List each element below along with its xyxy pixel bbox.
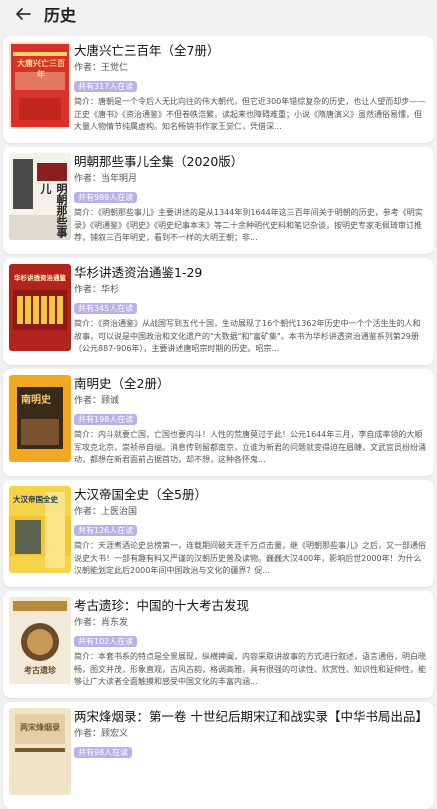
- book-card[interactable]: 大汉帝国全史 大汉帝国全史（全5册） 作者：上医治国 共有126人在读 简介：天…: [3, 480, 434, 587]
- book-card[interactable]: 明朝那些事儿 明朝那些事儿全集（2020版） 作者：当年明月 共有989人在读 …: [3, 147, 434, 254]
- page-title: 历史: [44, 6, 77, 25]
- book-title: 两宋烽烟录：第一卷 十世纪后期宋辽和战实录【中华书局出品】: [74, 709, 428, 724]
- reader-count-badge: 共有198人在读: [74, 414, 138, 425]
- book-description: 简介：唐朝是一个令后人无比向往的伟大朝代，但它近300年错综复杂的历史，也让人望…: [74, 97, 426, 131]
- reader-count-badge: 共有102人在读: [74, 636, 138, 647]
- book-title: 华杉讲透资治通鉴1-29: [74, 265, 203, 280]
- reader-count-badge: 共有345人在读: [74, 303, 138, 314]
- book-title: 大唐兴亡三百年（全7册）: [74, 43, 220, 58]
- book-author: 作者：王觉仁: [74, 63, 129, 73]
- reader-count-badge: 共有317人在读: [74, 81, 138, 92]
- book-cover[interactable]: 华杉讲透资治通鉴: [9, 264, 71, 351]
- book-cover[interactable]: 南明史: [9, 375, 71, 462]
- book-description: 简介：《明朝那些事儿》主要讲述的是从1344年到1644年这三百年间关于明朝的历…: [74, 208, 423, 242]
- book-title: 南明史（全2册）: [74, 376, 170, 391]
- cover-title: 华杉讲透资治通鉴: [14, 274, 66, 282]
- book-cover[interactable]: 大唐兴亡三百年: [9, 42, 71, 129]
- book-description: 简介：《资治通鉴》从战国写到五代十国，生动展现了16个朝代1362年历史中一个个…: [74, 319, 421, 353]
- book-card[interactable]: 考古遗珍 考古遗珍：中国的十大考古发现 作者：肖东发 共有102人在读 简介：本…: [3, 591, 434, 698]
- book-author: 作者：当年明月: [74, 174, 138, 184]
- book-author: 作者：华杉: [74, 285, 120, 295]
- book-author: 作者：顾诚: [74, 396, 120, 406]
- book-author: 作者：上医治国: [74, 507, 138, 517]
- reader-count-badge: 共有126人在读: [74, 525, 138, 536]
- book-card[interactable]: 两宋烽烟录 两宋烽烟录：第一卷 十世纪后期宋辽和战实录【中华书局出品】 作者：顾…: [3, 702, 434, 809]
- back-arrow-icon[interactable]: [12, 3, 34, 25]
- book-description: 简介：天涯煮酒论史总榜第一，连载期间破天涯千万点击量，继《明朝那些事儿》之后，又…: [74, 541, 426, 575]
- book-author: 作者：顾宏义: [74, 729, 129, 739]
- book-cover[interactable]: 明朝那些事儿: [9, 153, 71, 240]
- book-card[interactable]: 南明史 南明史（全2册） 作者：顾诚 共有198人在读 简介：内斗就要亡国，亡国…: [3, 369, 434, 476]
- book-card[interactable]: 大唐兴亡三百年 大唐兴亡三百年（全7册） 作者：王觉仁 共有317人在读 简介：…: [3, 36, 434, 143]
- book-description: 简介：本套书系的特点是全景展现，纵横捭阖，内容采取讲故事的方式进行叙述，语言通俗…: [74, 652, 426, 686]
- book-cover[interactable]: 考古遗珍: [9, 597, 71, 684]
- cover-title: 考古遗珍: [24, 665, 56, 675]
- cover-title: 两宋烽烟录: [20, 722, 60, 732]
- book-cover[interactable]: 大汉帝国全史: [9, 486, 71, 573]
- book-title: 明朝那些事儿全集（2020版）: [74, 154, 244, 169]
- cover-title: 大汉帝国全史: [13, 495, 58, 504]
- cover-title: 明朝那些事儿: [39, 183, 68, 238]
- top-bar: 历史: [0, 0, 437, 28]
- book-title: 考古遗珍：中国的十大考古发现: [74, 598, 250, 613]
- reader-count-badge: 共有989人在读: [74, 192, 138, 203]
- cover-title: 南明史: [21, 395, 51, 406]
- cover-title: 大唐兴亡三百年: [17, 58, 65, 79]
- book-description: 简介：内斗就要亡国，亡国也要内斗！人性的荒唐莫过于此！公元1644年三月，李自成…: [74, 430, 426, 464]
- book-title: 大汉帝国全史（全5册）: [74, 487, 207, 502]
- book-card[interactable]: 华杉讲透资治通鉴 华杉讲透资治通鉴1-29 作者：华杉 共有345人在读 简介：…: [3, 258, 434, 365]
- book-author: 作者：肖东发: [74, 618, 129, 628]
- reader-count-badge: 共有98人在读: [74, 747, 133, 758]
